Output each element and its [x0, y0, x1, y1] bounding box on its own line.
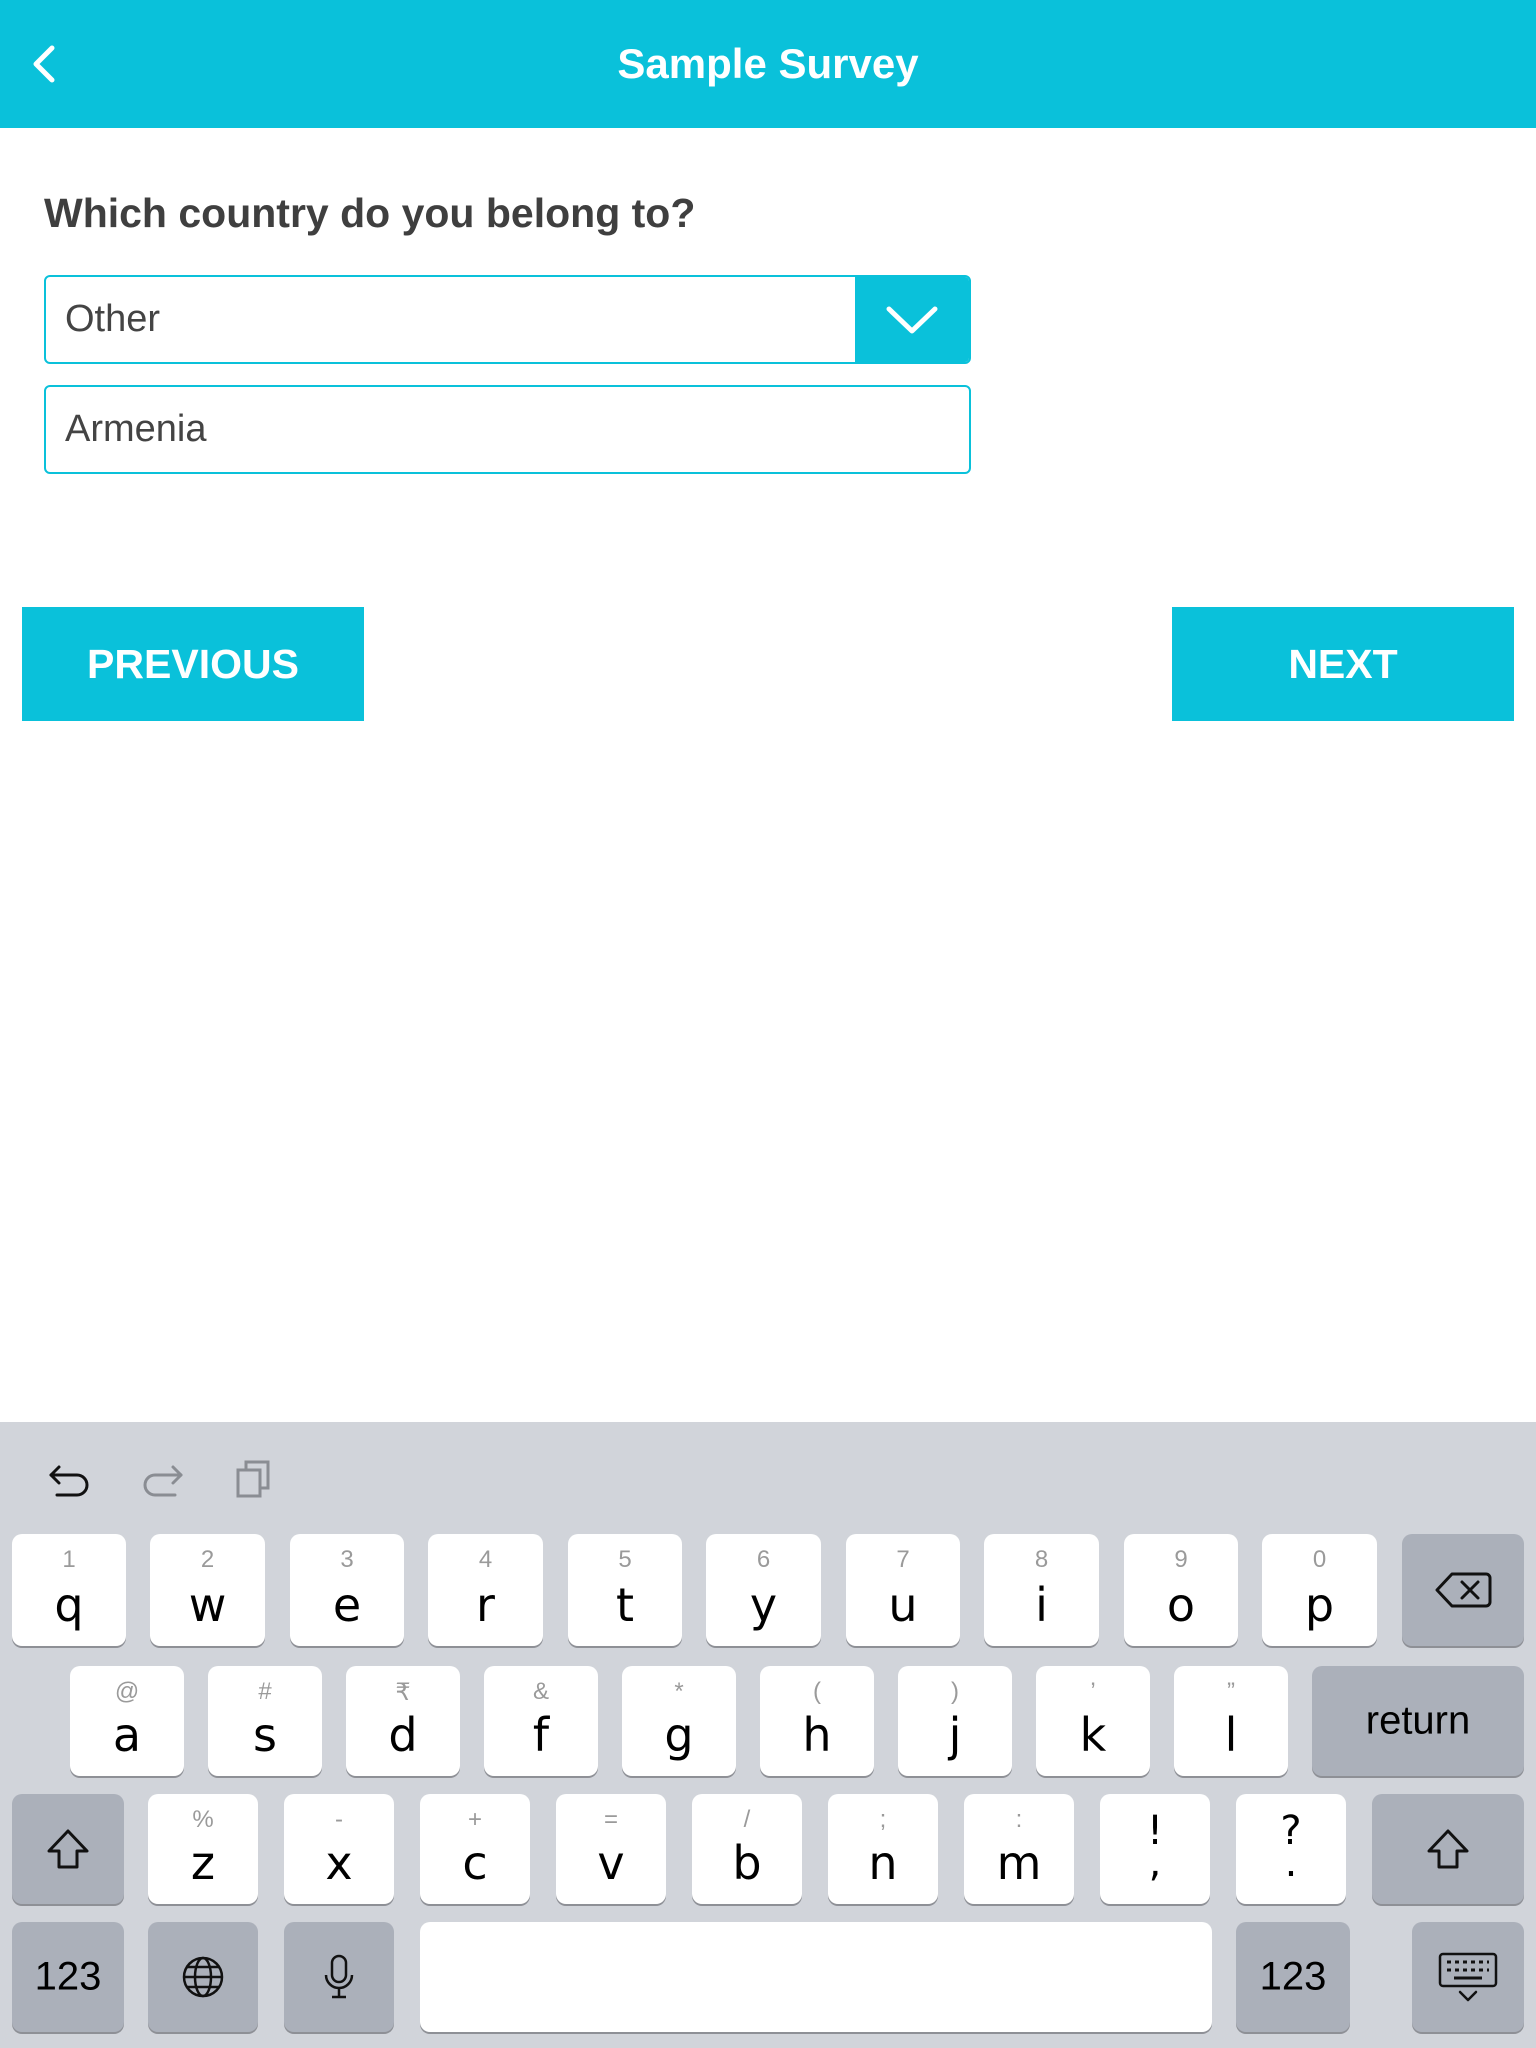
shift-left-key[interactable] — [12, 1794, 124, 1904]
key-u[interactable]: 7u — [846, 1534, 960, 1646]
shift-right-key[interactable] — [1372, 1794, 1524, 1904]
globe-key[interactable] — [148, 1922, 258, 2032]
return-key[interactable]: return — [1312, 1666, 1524, 1776]
chevron-down-icon — [886, 306, 938, 333]
undo-button[interactable] — [46, 1455, 94, 1503]
app-header: Sample Survey — [0, 0, 1536, 128]
key-o[interactable]: 9o — [1124, 1534, 1238, 1646]
key-b[interactable]: / b — [692, 1794, 802, 1904]
key-e[interactable]: 3e — [290, 1534, 404, 1646]
key-c[interactable]: + c — [420, 1794, 530, 1904]
key-t[interactable]: 5t — [568, 1534, 682, 1646]
undo-icon — [49, 1465, 89, 1497]
hide-keyboard-key[interactable] — [1412, 1922, 1524, 2032]
question-text: Which country do you belong to? — [44, 190, 696, 236]
key-g[interactable]: * g — [622, 1666, 736, 1776]
key-d[interactable]: ₹ d — [346, 1666, 460, 1776]
key-a[interactable]: @ a — [70, 1666, 184, 1776]
paste-button[interactable] — [230, 1455, 278, 1503]
keyboard-hide-icon — [1438, 1952, 1498, 2002]
space-key[interactable] — [420, 1922, 1212, 2032]
key-s[interactable]: # s — [208, 1666, 322, 1776]
key-i[interactable]: 8i — [984, 1534, 1099, 1646]
key-z[interactable]: % z — [148, 1794, 258, 1904]
key-r[interactable]: 4r — [428, 1534, 543, 1646]
page-title: Sample Survey — [617, 40, 919, 87]
key-period[interactable]: ?. — [1236, 1794, 1346, 1904]
key-l[interactable]: ” l — [1174, 1666, 1288, 1776]
key-n[interactable]: ; n — [828, 1794, 938, 1904]
delete-key[interactable] — [1402, 1534, 1524, 1646]
redo-icon — [143, 1465, 183, 1497]
key-h[interactable]: (h — [760, 1666, 874, 1776]
numbers-key-left[interactable]: 123 — [12, 1922, 124, 2032]
country-select[interactable]: Other — [44, 275, 971, 364]
backspace-icon — [1435, 1572, 1492, 1608]
key-m[interactable]: :m — [964, 1794, 1074, 1904]
globe-icon — [182, 1956, 224, 1998]
other-country-input[interactable] — [44, 385, 971, 474]
key-x[interactable]: -x — [284, 1794, 394, 1904]
key-p[interactable]: 0p — [1262, 1534, 1377, 1646]
redo-button[interactable] — [138, 1455, 186, 1503]
shift-icon — [47, 1829, 89, 1869]
key-w[interactable]: 2w — [150, 1534, 265, 1646]
key-comma[interactable]: !, — [1100, 1794, 1210, 1904]
numbers-key-right[interactable]: 123 — [1236, 1922, 1350, 2032]
key-v[interactable]: = v — [556, 1794, 666, 1904]
key-f[interactable]: & f — [484, 1666, 598, 1776]
paste-icon — [236, 1460, 270, 1498]
select-value: Other — [65, 298, 161, 340]
previous-button[interactable]: PREVIOUS — [22, 607, 364, 721]
key-q[interactable]: 1q — [12, 1534, 126, 1646]
select-arrow[interactable] — [855, 277, 969, 362]
microphone-icon — [324, 1954, 354, 1999]
key-j[interactable]: ) j — [898, 1666, 1012, 1776]
dictation-key[interactable] — [284, 1922, 394, 2032]
next-button[interactable]: NEXT — [1172, 607, 1514, 721]
key-k[interactable]: ’ k — [1036, 1666, 1150, 1776]
key-y[interactable]: 6y — [706, 1534, 821, 1646]
shift-icon — [1427, 1829, 1469, 1869]
